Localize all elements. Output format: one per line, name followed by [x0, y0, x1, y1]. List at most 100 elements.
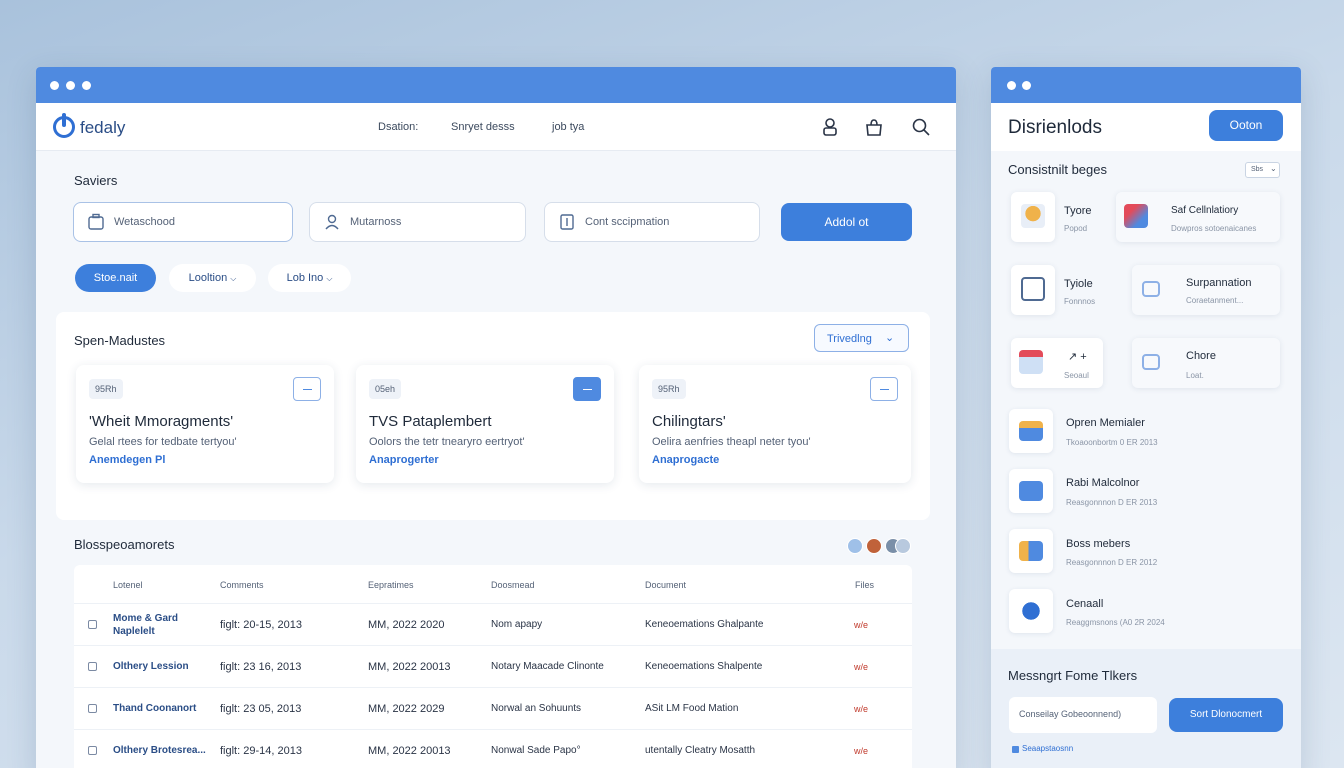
list-item-subtitle: Reaggmsnons (A0 2R 2024	[1066, 618, 1165, 627]
link-icon	[1012, 746, 1019, 753]
tile-title[interactable]: Surpannation	[1186, 277, 1251, 289]
app-header: fedaly Dsation: Snryet desss job tya	[36, 103, 956, 151]
main-window: fedaly Dsation: Snryet desss job tya Sav…	[36, 67, 956, 768]
tile-title[interactable]: Chore	[1186, 350, 1216, 362]
list-item-title[interactable]: Boss mebers	[1066, 538, 1130, 550]
card-description: Gelal rtees for tedbate tertyou'	[89, 436, 237, 448]
tile-icon[interactable]	[1011, 192, 1055, 242]
window-maximize-dot[interactable]	[82, 81, 91, 90]
person-field[interactable]: Mutarnoss	[309, 202, 526, 242]
table-row[interactable]: Mome & Gard Naplelelt figlt: 20-15, 2013…	[74, 603, 912, 645]
option-button[interactable]: Ooton	[1209, 110, 1283, 141]
tile-subtitle: Seoaul	[1064, 371, 1089, 380]
file-attachment-icon[interactable]: w/e	[854, 746, 868, 756]
tile-title[interactable]: ↗ +	[1068, 350, 1087, 363]
column-header[interactable]: Doosmead	[491, 580, 535, 590]
folder-icon	[1019, 481, 1043, 501]
logo-text[interactable]: fedaly	[80, 118, 125, 138]
footer-input[interactable]: Conseilay Gobeoonnend)	[1009, 697, 1157, 733]
column-header[interactable]: Comments	[220, 580, 264, 590]
row-name[interactable]: Mome & Gard Naplelelt	[113, 612, 185, 638]
window-close-dot[interactable]	[50, 81, 59, 90]
card-menu-button[interactable]	[870, 377, 898, 401]
section-select[interactable]: Sbs ⌄	[1245, 162, 1280, 178]
trending-dropdown[interactable]: Trivedlng ⌄	[814, 324, 909, 352]
row-name[interactable]: Olthery Brotesrea...	[113, 745, 206, 756]
window-minimize-dot[interactable]	[1022, 81, 1031, 90]
card-link[interactable]: Anaprogerter	[369, 454, 439, 466]
list-item-icon[interactable]	[1009, 469, 1053, 513]
column-header[interactable]: Eepratimes	[368, 580, 414, 590]
user-icon[interactable]	[820, 117, 840, 137]
add-button[interactable]: Addol ot	[781, 203, 912, 241]
side-section-title: Consistnilt beges	[1008, 162, 1107, 177]
list-item-title[interactable]: Opren Memialer	[1066, 417, 1145, 429]
card-menu-button[interactable]	[573, 377, 601, 401]
nav-item-1[interactable]: Dsation:	[378, 121, 418, 133]
list-item-title[interactable]: Rabi Malcolnor	[1066, 477, 1139, 489]
side-window: Disrienlods Ooton Consistnilt beges Sbs …	[991, 67, 1301, 768]
tile-title[interactable]: Tyore	[1064, 205, 1092, 217]
job-card-3[interactable]: 95Rh Chilingtars' Oelira aenfries theapl…	[639, 365, 911, 483]
bag-icon[interactable]	[864, 117, 884, 137]
filter-chip-location[interactable]: Looltion ⌵	[169, 264, 256, 292]
filter-chip-status[interactable]: Stoe.nait	[75, 264, 156, 292]
tile-card[interactable]	[1011, 338, 1103, 388]
footer-link[interactable]: Seaapstaosnn	[1022, 744, 1073, 753]
card-description: Oolors the tetr tnearyro eertryot'	[369, 436, 525, 448]
tile-title[interactable]: Saf Cellnlatiory	[1171, 205, 1238, 216]
column-header[interactable]: Document	[645, 580, 686, 590]
row-date: MM, 2022 20013	[368, 745, 451, 757]
nav-item-3[interactable]: job tya	[552, 121, 584, 133]
table-row[interactable]: Olthery Lession figlt: 23 16, 2013 MM, 2…	[74, 645, 912, 687]
row-name[interactable]: Thand Coonanort	[113, 703, 196, 714]
list-item-icon[interactable]	[1009, 529, 1053, 573]
window-close-dot[interactable]	[1007, 81, 1016, 90]
filter-location-label: Looltion	[188, 272, 228, 284]
titlebar	[991, 67, 1301, 103]
tile-subtitle: Coraetanment...	[1186, 296, 1244, 305]
card-link[interactable]: Anemdegen Pl	[89, 454, 165, 466]
row-checkbox-icon[interactable]	[88, 746, 97, 755]
column-header[interactable]: Files	[855, 580, 874, 590]
row-checkbox-icon[interactable]	[88, 620, 97, 629]
file-attachment-icon[interactable]: w/e	[854, 704, 868, 714]
tile-title[interactable]: Tyiole	[1064, 278, 1093, 290]
search-icon[interactable]	[911, 117, 931, 137]
list-item-title[interactable]: Cenaall	[1066, 598, 1103, 610]
job-card-2[interactable]: 05eh TVS Pataplembert Oolors the tetr tn…	[356, 365, 614, 483]
tile-card[interactable]	[1132, 265, 1280, 315]
table-row[interactable]: Olthery Brotesrea... figlt: 29-14, 2013 …	[74, 729, 912, 768]
column-header[interactable]: Lotenel	[113, 580, 143, 590]
filter-chip-job[interactable]: Lob Ino ⌵	[268, 264, 351, 292]
tile-icon[interactable]	[1011, 265, 1055, 315]
tile-card[interactable]	[1116, 192, 1280, 242]
footer-title: Messngrt Fome Tlkers	[1008, 668, 1138, 683]
keyword-field[interactable]: Wetaschood	[73, 202, 293, 242]
inbox-icon	[1019, 421, 1043, 441]
file-attachment-icon[interactable]: w/e	[854, 662, 868, 672]
tile-subtitle: Dowpros sotoenaicanes	[1171, 224, 1257, 233]
card-title: 'Wheit Mmoragments'	[89, 413, 234, 430]
chevron-down-icon: ⌄	[1270, 164, 1277, 173]
card-link[interactable]: Anaprogacte	[652, 454, 719, 466]
window-minimize-dot[interactable]	[66, 81, 75, 90]
description-field[interactable]: Cont sccipmation	[544, 202, 760, 242]
list-item-icon[interactable]	[1009, 589, 1053, 633]
row-name[interactable]: Olthery Lession	[113, 661, 189, 672]
file-attachment-icon[interactable]: w/e	[854, 620, 868, 630]
row-comment: figlt: 23 05, 2013	[220, 703, 302, 715]
nav-item-2[interactable]: Snryet desss	[451, 121, 515, 133]
row-comment: figlt: 29-14, 2013	[220, 745, 302, 757]
table-row[interactable]: Thand Coonanort figlt: 23 05, 2013 MM, 2…	[74, 687, 912, 729]
list-item-icon[interactable]	[1009, 409, 1053, 453]
tile-card[interactable]	[1132, 338, 1280, 388]
row-checkbox-icon[interactable]	[88, 662, 97, 671]
card-menu-button[interactable]	[293, 377, 321, 401]
card-badge: 95Rh	[652, 379, 686, 399]
cards-panel: Spen-Madustes Trivedlng ⌄ 95Rh 'Wheit Mm…	[56, 312, 930, 520]
row-checkbox-icon[interactable]	[88, 704, 97, 713]
row-comment: figlt: 23 16, 2013	[220, 661, 302, 673]
job-card-1[interactable]: 95Rh 'Wheit Mmoragments' Gelal rtees for…	[76, 365, 334, 483]
send-document-button[interactable]: Sort Dlonocmert	[1169, 698, 1283, 732]
